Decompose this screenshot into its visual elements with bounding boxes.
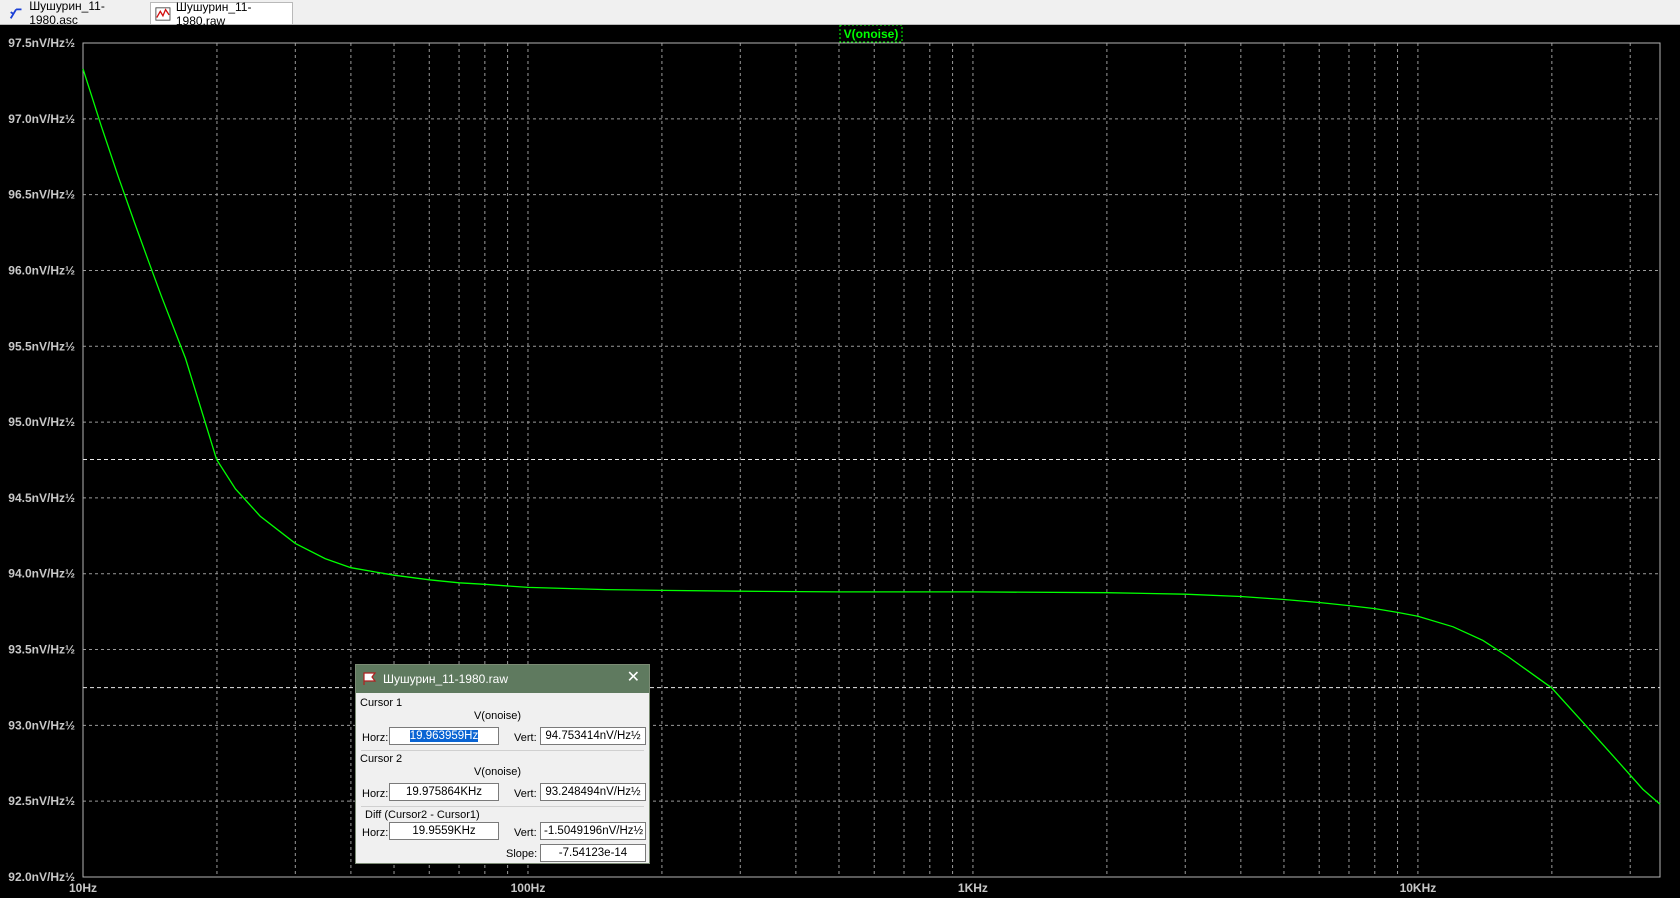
x-tick-label: 1KHz [958,881,988,895]
noise-chart[interactable]: 92.0nV/Hz½ 92.5nV/Hz½ 93.0nV/Hz½ 93.5nV/Hz½… [0,25,1680,898]
cursor-window-title: Шушурин_11-1980.raw [383,672,508,686]
waveform-plot[interactable]: 92.0nV/Hz½ 92.5nV/Hz½ 93.0nV/Hz½ 93.5nV/Hz½… [0,25,1680,898]
y-tick-label: 93.0nV/Hz½ [8,718,75,732]
y-tick-label: 92.0nV/Hz½ [8,870,75,884]
diff-vert-field[interactable]: -1.5049196nV/Hz½ [540,822,646,840]
tab-schematic[interactable]: Шушурин_11-1980.asc [4,0,147,27]
cursor1-signal: V(onoise) [473,710,522,722]
diff-label: Diff (Cursor2 - Cursor1) [365,809,480,821]
cursor-window-titlebar[interactable]: Шушурин_11-1980.raw ✕ [356,665,649,693]
x-tick-label: 10Hz [69,881,97,895]
x-tick-label: 100Hz [511,881,546,895]
diff-slope-label: Slope: [506,848,538,860]
cursor2-label: Cursor 2 [360,753,403,765]
y-tick-label: 93.5nV/Hz½ [8,643,75,657]
cursor1-horz-label: Horz: [362,732,389,744]
waveform-icon [155,6,171,21]
separator [361,806,644,807]
cursor2-horz-label: Horz: [362,788,389,800]
trace-title-group: V(onoise) [839,25,903,43]
y-tick-label: 96.0nV/Hz½ [8,263,75,277]
cursor1-vert-field[interactable]: 94.753414nV/Hz½ [540,727,646,745]
diff-slope-field[interactable]: -7.54123e-14 [540,844,646,862]
diff-horz-field[interactable]: 19.9559KHz [389,822,499,840]
y-tick-label: 97.0nV/Hz½ [8,112,75,126]
cursor2-signal: V(onoise) [473,766,522,778]
y-tick-label: 92.5nV/Hz½ [8,794,75,808]
y-tick-label: 96.5nV/Hz½ [8,188,75,202]
cursor2-vert-field[interactable]: 93.248494nV/Hz½ [540,783,646,801]
plot-frame [82,42,1661,878]
plot-axes [82,42,1661,878]
x-tick-label: 10KHz [1400,881,1437,895]
plot-grid: 92.0nV/Hz½ 92.5nV/Hz½ 93.0nV/Hz½ 93.5nV/Hz½… [8,36,1660,895]
trace-title[interactable]: V(onoise) [844,27,899,41]
separator [361,750,644,751]
cursor1-vert-label: Vert: [514,732,537,744]
cursor2-vert-label: Vert: [514,788,537,800]
close-icon[interactable]: ✕ [627,670,640,686]
series-line [82,68,1661,805]
tab-schematic-label: Шушурин_11-1980.asc [29,0,105,27]
tab-bar: Шушурин_11-1980.asc Шушурин_11-1980.raw [0,0,1680,28]
tab-waveform-label: Шушурин_11-1980.raw [175,0,252,28]
cursor1-label: Cursor 1 [360,697,403,709]
y-tick-label: 97.5nV/Hz½ [8,36,75,50]
cursor1-horz-field[interactable]: 19.963959Hz [389,727,499,745]
cursor2-horz-field[interactable]: 19.975864KHz [389,783,499,801]
cursor1-horz-value: 19.963959Hz [409,730,479,742]
schematic-icon [9,8,22,19]
y-tick-label: 94.5nV/Hz½ [8,491,75,505]
diff-horz-label: Horz: [362,827,389,839]
y-tick-label: 94.0nV/Hz½ [8,567,75,581]
tab-waveform[interactable]: Шушурин_11-1980.raw [150,0,293,28]
series-layer [82,68,1661,805]
y-tick-label: 95.0nV/Hz½ [8,415,75,429]
y-tick-label: 95.5nV/Hz½ [8,339,75,353]
diff-vert-label: Vert: [514,827,537,839]
cursor-flag-icon [363,672,377,685]
cursor-window[interactable]: Шушурин_11-1980.raw ✕ Cursor 1 V(onoise)… [355,664,650,864]
